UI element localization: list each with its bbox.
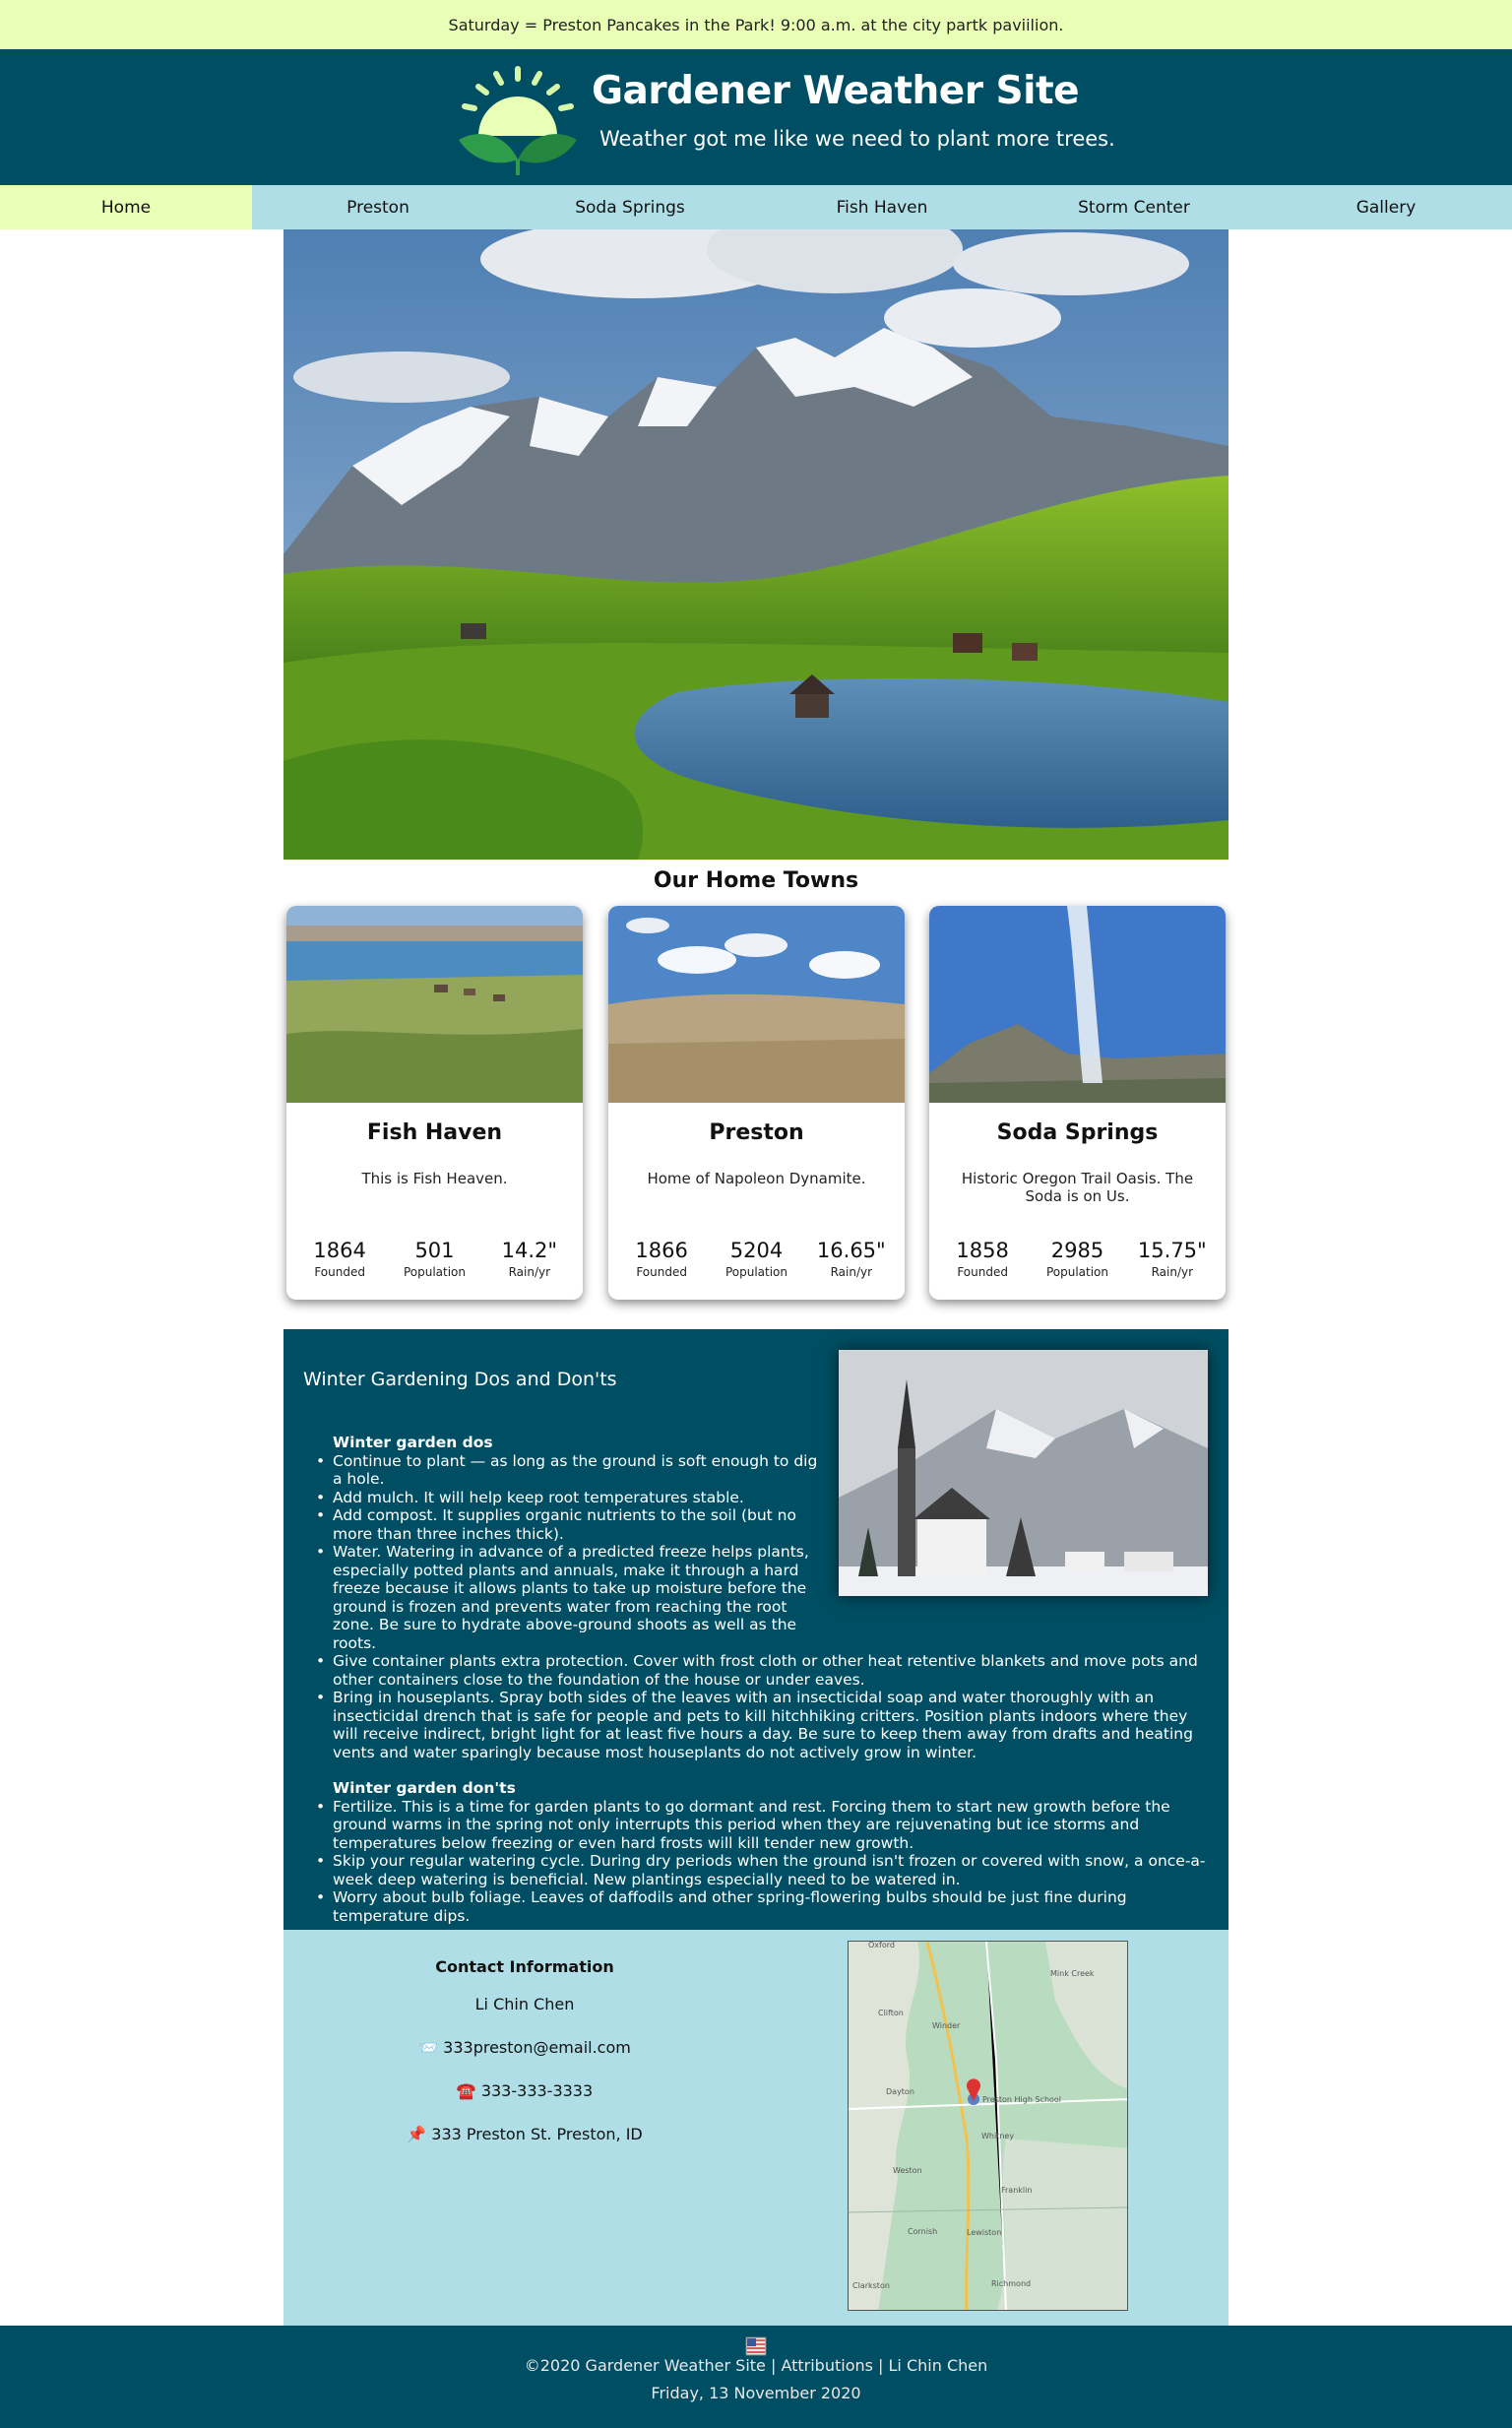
- announcement-text: Saturday = Preston Pancakes in the Park!…: [448, 15, 1064, 34]
- footer-copyright: ©2020 Gardener Weather Site | Attributio…: [524, 2356, 988, 2375]
- founded-value: 1858: [956, 1239, 1009, 1262]
- contact-name: Li Chin Chen: [474, 1995, 575, 2013]
- contact-info: Contact Information Li Chin Chen 📨 333pr…: [284, 1957, 766, 2168]
- rain-label: Rain/yr: [508, 1265, 551, 1279]
- nav-item-home[interactable]: Home: [0, 185, 252, 229]
- site-footer: ©2020 Gardener Weather Site | Attributio…: [0, 2326, 1512, 2428]
- list-item: Give container plants extra protection. …: [316, 1652, 1209, 1689]
- contact-address: 📌 333 Preston St. Preston, ID: [407, 2125, 643, 2143]
- contact-phone[interactable]: ☎️ 333-333-3333: [284, 2081, 766, 2100]
- map-label: Clifton: [878, 2009, 904, 2017]
- founded-value: 1866: [635, 1239, 688, 1262]
- contact-email[interactable]: 📨 333preston@email.com: [284, 2038, 766, 2057]
- rain-label: Rain/yr: [1151, 1265, 1194, 1279]
- winter-tips: Winter garden dos Continue to plant — as…: [316, 1434, 1209, 1926]
- hometowns-title: Our Home Towns: [653, 868, 859, 893]
- site-title: Gardener Weather Site: [592, 69, 1080, 113]
- town-name: Soda Springs: [996, 1120, 1159, 1145]
- list-item: Skip your regular watering cycle. During…: [316, 1852, 1209, 1888]
- donts-list: Fertilize. This is a time for garden pla…: [316, 1798, 1209, 1926]
- donts-heading: Winter garden don'ts: [333, 1779, 516, 1797]
- list-item: Bring in houseplants. Spray both sides o…: [316, 1689, 1209, 1761]
- founded-value: 1864: [313, 1239, 366, 1262]
- sun-leaf-logo-icon[interactable]: [455, 65, 585, 177]
- list-item: Continue to plant — as long as the groun…: [316, 1452, 825, 1489]
- winter-title: Winter Gardening Dos and Don'ts: [303, 1369, 617, 1390]
- rain-label: Rain/yr: [830, 1265, 873, 1279]
- town-card-fish-haven[interactable]: Fish Haven This is Fish Heaven. 1864 Foun…: [286, 906, 583, 1300]
- population-value: 501: [414, 1239, 455, 1262]
- map-label: Whitney: [981, 2132, 1014, 2140]
- map-label: Preston High School: [982, 2095, 1061, 2104]
- fish-haven-photo: [286, 906, 583, 1103]
- population-label: Population: [724, 1265, 788, 1279]
- soda-springs-photo: [929, 906, 1226, 1103]
- town-name: Fish Haven: [366, 1120, 503, 1145]
- map-label: Richmond: [991, 2279, 1031, 2288]
- population-label: Population: [403, 1265, 466, 1279]
- town-stats: 1864 Founded 501 Population 14.2" Rain/yr: [286, 1239, 583, 1279]
- nav-item-storm-center[interactable]: Storm Center: [1008, 185, 1260, 229]
- town-name: Preston: [709, 1120, 804, 1145]
- map-label: Franklin: [1001, 2186, 1032, 2195]
- town-stats: 1866 Founded 5204 Population 16.65" Rain/yr: [608, 1239, 905, 1279]
- map-label: Lewiston: [967, 2228, 1001, 2237]
- nav-item-preston[interactable]: Preston: [252, 185, 504, 229]
- town-card-preston[interactable]: Preston Home of Napoleon Dynamite. 1866 F…: [608, 906, 905, 1300]
- list-item: Water. Watering in advance of a predicte…: [316, 1543, 825, 1652]
- town-card-soda-springs[interactable]: Soda Springs Historic Oregon Trail Oasis…: [929, 906, 1226, 1300]
- map-label: Winder: [932, 2021, 961, 2030]
- list-item: Add compost. It supplies organic nutrien…: [316, 1506, 825, 1543]
- hero-image: [284, 229, 1228, 860]
- population-label: Population: [1045, 1265, 1108, 1279]
- footer-date: Friday, 13 November 2020: [651, 2384, 861, 2402]
- map-label: Weston: [893, 2166, 922, 2175]
- town-description: Historic Oregon Trail Oasis. The Soda is…: [961, 1170, 1194, 1205]
- nav-item-soda-springs[interactable]: Soda Springs: [504, 185, 756, 229]
- population-value: 2985: [1050, 1239, 1104, 1262]
- main-nav: Home Preston Soda Springs Fish Haven Sto…: [0, 185, 1512, 229]
- location-map[interactable]: Oxford Mink Creek Clifton Winder Dayton …: [848, 1941, 1128, 2311]
- preston-photo: [608, 906, 905, 1103]
- map-label: Oxford: [868, 1942, 895, 1949]
- founded-label: Founded: [636, 1265, 687, 1279]
- town-stats: 1858 Founded 2985 Population 15.75" Rain/yr: [929, 1239, 1226, 1279]
- winter-gardening-section: Winter Gardening Dos and Don'ts Winter g…: [284, 1329, 1228, 1930]
- site-tagline: Weather got me like we need to plant mor…: [599, 127, 1115, 151]
- map-label: Clarkston: [852, 2281, 890, 2290]
- contact-title: Contact Information: [435, 1957, 614, 1976]
- list-item: Fertilize. This is a time for garden pla…: [316, 1798, 1209, 1853]
- announcement-banner: Saturday = Preston Pancakes in the Park!…: [0, 0, 1512, 49]
- map-label: Dayton: [886, 2087, 914, 2096]
- list-item: Worry about bulb foliage. Leaves of daff…: [316, 1888, 1209, 1925]
- rain-value: 14.2": [501, 1239, 558, 1262]
- population-value: 5204: [729, 1239, 784, 1262]
- nav-item-fish-haven[interactable]: Fish Haven: [756, 185, 1008, 229]
- dos-list: Continue to plant — as long as the groun…: [316, 1452, 1209, 1762]
- map-label: Cornish: [908, 2227, 937, 2236]
- map-label: Mink Creek: [1050, 1969, 1095, 1978]
- town-description: Home of Napoleon Dynamite.: [647, 1170, 866, 1187]
- flag-icon: [745, 2336, 767, 2356]
- list-item: Add mulch. It will help keep root temper…: [316, 1489, 825, 1507]
- site-header: Gardener Weather Site Weather got me lik…: [0, 49, 1512, 185]
- dos-heading: Winter garden dos: [333, 1434, 493, 1451]
- town-description: This is Fish Heaven.: [361, 1170, 508, 1187]
- nav-item-gallery[interactable]: Gallery: [1260, 185, 1512, 229]
- rain-value: 16.65": [816, 1239, 886, 1262]
- founded-label: Founded: [957, 1265, 1008, 1279]
- rain-value: 15.75": [1137, 1239, 1207, 1262]
- contact-section: Contact Information Li Chin Chen 📨 333pr…: [284, 1930, 1228, 2326]
- founded-label: Founded: [314, 1265, 365, 1279]
